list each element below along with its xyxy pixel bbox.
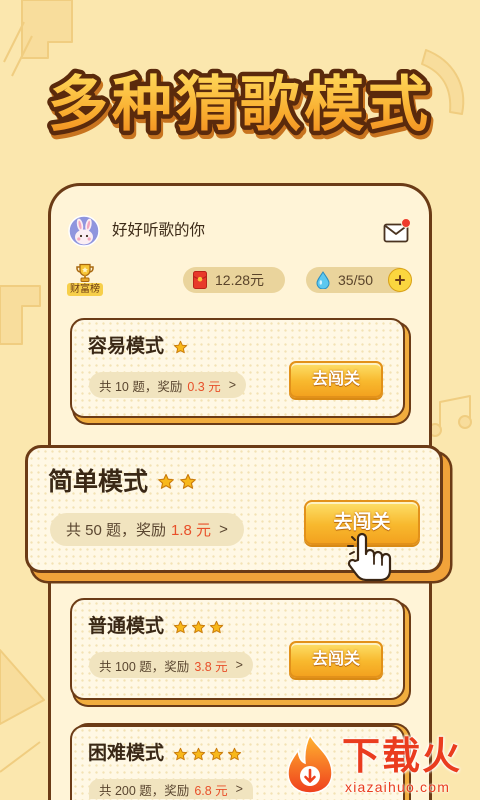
trophy-icon [74,262,96,284]
difficulty-stars [173,620,224,635]
energy-value: 35/50 [338,272,374,288]
difficulty-stars [173,340,188,355]
user-avatar[interactable] [68,215,100,247]
star-icon [191,620,206,635]
mode-title: 普通模式 [88,616,165,637]
mode-title: 简单模式 [48,468,149,496]
watermark-url: xiazaihuo.com [345,779,451,795]
mode-reward: 0.3 元 [187,379,221,394]
leaderboard-label: 财富榜 [67,283,103,296]
mode-card-header: 容易模式 [88,335,188,359]
bunny-avatar-icon [68,215,100,247]
mode-info-pill[interactable]: 共 200 题，奖励 6.8 元 > [89,779,253,799]
mode-reward: 6.8 元 [194,783,228,798]
red-envelope-icon [193,271,207,289]
star-icon [157,473,175,491]
start-challenge-button[interactable]: 去闯关 [289,361,383,398]
notification-dot [401,218,411,228]
mode-card-header: 普通模式 [88,615,224,639]
star-icon [227,747,242,762]
mode-question-count: 共 100 题，奖励 [99,659,190,674]
star-icon [173,620,188,635]
mode-reward: 3.8 元 [194,659,228,674]
mode-question-count: 共 10 题，奖励 [99,379,183,394]
mode-info-pill[interactable]: 共 10 题，奖励 0.3 元 > [89,372,247,398]
mode-card-header: 简单模式 [48,467,197,497]
watermark-brand: 下载火 [342,736,463,778]
mode-info-pill[interactable]: 共 50 题，奖励 1.8 元 > [50,513,244,546]
app-screen: 多种猜歌模式 好好听歌的你 财富榜 12.28元 35/50 容易模式 共 10… [0,0,480,800]
hand-pointer-icon [344,532,400,582]
flame-logo-icon [282,733,338,795]
star-icon [191,747,206,762]
mode-card-easy: 容易模式 共 10 题，奖励 0.3 元 > 去闯关 [70,318,405,418]
start-challenge-button[interactable]: 去闯关 [289,641,383,678]
mode-question-count: 共 200 题，奖励 [99,783,190,798]
plus-icon[interactable] [388,268,412,292]
star-icon [173,340,188,355]
mode-title: 困难模式 [88,743,165,764]
chevron-right-icon: > [235,782,243,796]
mode-card-normal: 普通模式 共 100 题，奖励 3.8 元 > 去闯关 [70,598,405,700]
difficulty-stars [173,747,242,762]
mode-card-header: 困难模式 [88,742,242,766]
water-drop-icon [316,271,330,289]
promo-title: 多种猜歌模式 [48,70,432,140]
star-icon [173,747,188,762]
mode-question-count: 共 50 题，奖励 [66,522,167,539]
chevron-right-icon: > [219,521,228,538]
chevron-right-icon: > [228,378,237,392]
mode-title: 容易模式 [88,336,165,357]
promo-title-banner: 多种猜歌模式 [44,66,433,145]
user-name: 好好听歌的你 [112,222,206,239]
star-icon [209,620,224,635]
difficulty-stars [157,473,197,491]
mode-info-pill[interactable]: 共 100 题，奖励 3.8 元 > [89,652,253,678]
star-icon [179,473,197,491]
star-icon [209,747,224,762]
mode-reward: 1.8 元 [171,522,212,539]
wallet-amount: 12.28元 [215,272,265,288]
wallet-balance[interactable]: 12.28元 [183,267,285,293]
energy-counter[interactable]: 35/50 [306,267,412,293]
leaderboard-button[interactable]: 财富榜 [66,262,104,296]
chevron-right-icon: > [235,658,243,672]
